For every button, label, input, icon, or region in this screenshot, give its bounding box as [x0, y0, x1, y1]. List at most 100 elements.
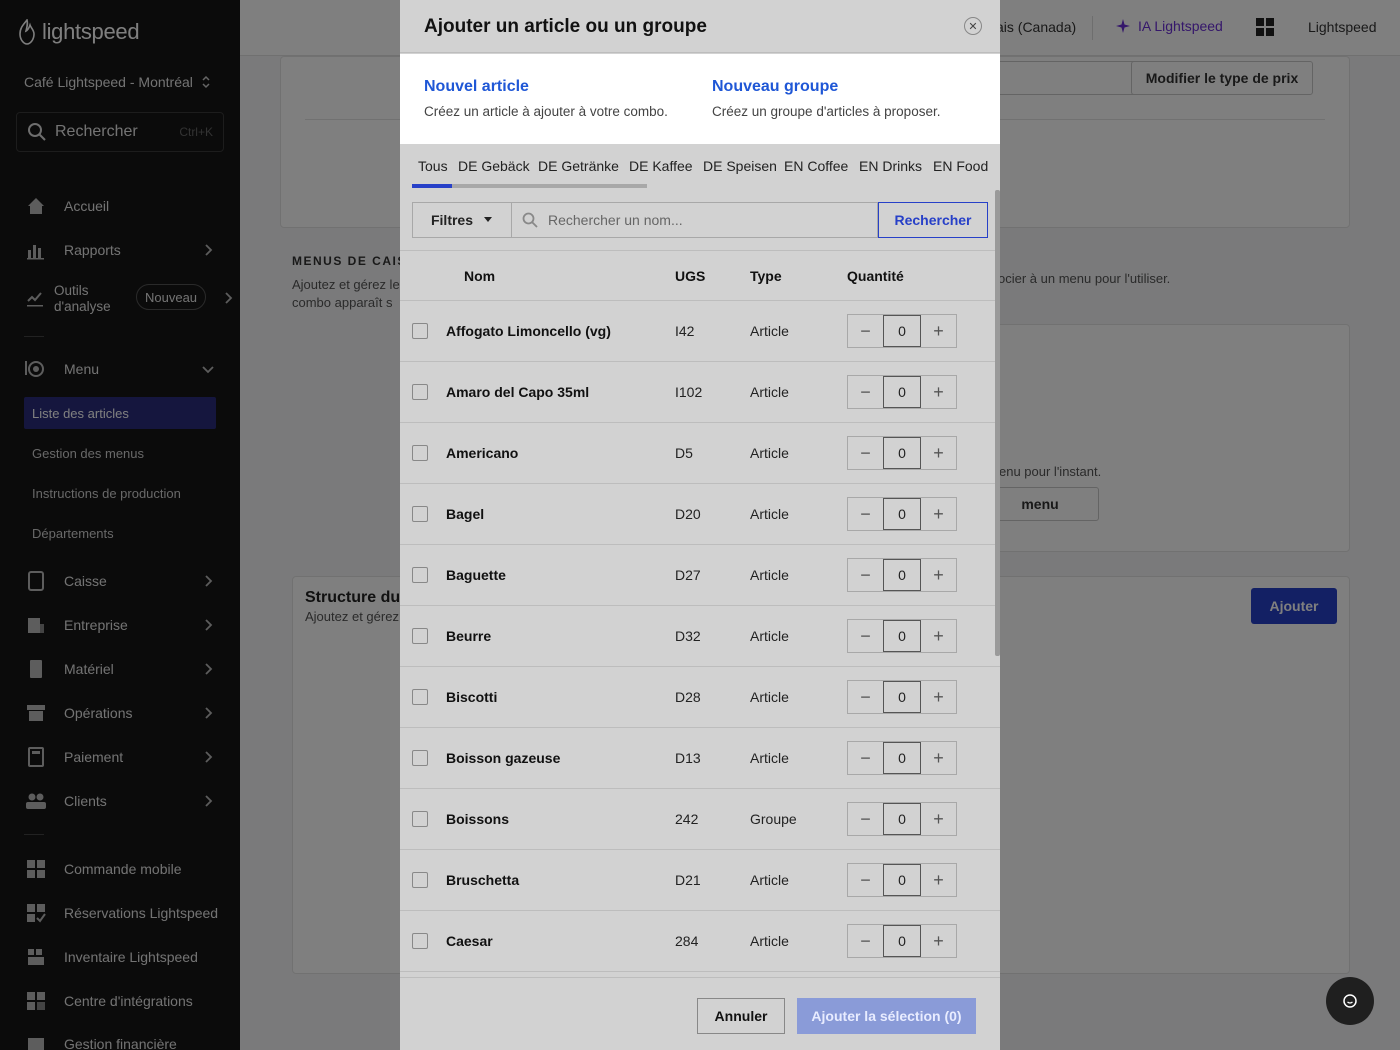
col-quantite[interactable]: Quantité — [847, 268, 904, 284]
increment-button[interactable]: + — [921, 803, 956, 835]
tab-de-kaffee[interactable]: DE Kaffee — [629, 158, 693, 174]
increment-button[interactable]: + — [921, 376, 956, 408]
modal-scrollbar[interactable] — [995, 190, 1000, 656]
item-type: Article — [750, 872, 789, 888]
table-row[interactable]: Americano D5 Article −0 + — [400, 423, 1000, 484]
increment-button[interactable]: + — [921, 864, 956, 896]
quantity-input[interactable]: 0 — [883, 437, 921, 469]
decrement-button[interactable]: − — [848, 864, 883, 896]
row-checkbox[interactable] — [412, 384, 428, 400]
row-checkbox[interactable] — [412, 689, 428, 705]
table-header: Nom UGS Type Quantité — [400, 250, 1000, 301]
table-row[interactable]: Affogato Limoncello (vg) I42 Article −0 + — [400, 301, 1000, 362]
minus-icon: − — [860, 625, 871, 646]
increment-button[interactable]: + — [921, 925, 956, 957]
item-type: Article — [750, 628, 789, 644]
add-selection-button[interactable]: Ajouter la sélection (0) — [797, 998, 976, 1034]
decrement-button[interactable]: − — [848, 803, 883, 835]
quantity-input[interactable]: 0 — [883, 803, 921, 835]
tab-en-food[interactable]: EN Food — [933, 158, 988, 174]
increment-button[interactable]: + — [921, 742, 956, 774]
plus-icon: + — [933, 381, 944, 402]
decrement-button[interactable]: − — [848, 376, 883, 408]
modal-title: Ajouter un article ou un groupe — [424, 16, 707, 37]
item-name: Boisson gazeuse — [446, 750, 561, 766]
decrement-button[interactable]: − — [848, 437, 883, 469]
new-group-link[interactable]: Nouveau groupe — [712, 78, 838, 96]
quantity-input[interactable]: 0 — [883, 376, 921, 408]
table-row[interactable]: Boisson gazeuse D13 Article −0 + — [400, 728, 1000, 789]
chat-support-button[interactable] — [1326, 977, 1374, 1025]
decrement-button[interactable]: − — [848, 315, 883, 347]
quantity-stepper: −0 + — [847, 558, 957, 592]
tab-en-coffee[interactable]: EN Coffee — [784, 158, 848, 174]
quantity-input[interactable]: 0 — [883, 742, 921, 774]
table-row[interactable]: Amaro del Capo 35ml I102 Article −0 + — [400, 362, 1000, 423]
tab-tous[interactable]: Tous — [418, 158, 448, 174]
plus-icon: + — [933, 930, 944, 951]
quantity-input[interactable]: 0 — [883, 620, 921, 652]
increment-button[interactable]: + — [921, 437, 956, 469]
table-row[interactable]: Baguette D27 Article −0 + — [400, 545, 1000, 606]
decrement-button[interactable]: − — [848, 742, 883, 774]
table-row[interactable]: Bagel D20 Article −0 + — [400, 484, 1000, 545]
minus-icon: − — [860, 930, 871, 951]
item-name: Amaro del Capo 35ml — [446, 384, 590, 400]
quantity-input[interactable]: 0 — [883, 864, 921, 896]
decrement-button[interactable]: − — [848, 925, 883, 957]
tab-en-drinks[interactable]: EN Drinks — [859, 158, 922, 174]
tab-de-geback[interactable]: DE Gebäck — [458, 158, 530, 174]
col-ugs[interactable]: UGS — [675, 268, 705, 284]
search-button[interactable]: Rechercher — [878, 202, 988, 238]
tab-de-getranke[interactable]: DE Getränke — [538, 158, 619, 174]
row-checkbox[interactable] — [412, 567, 428, 583]
row-checkbox[interactable] — [412, 323, 428, 339]
row-checkbox[interactable] — [412, 506, 428, 522]
item-name: Caesar — [446, 933, 493, 949]
table-row[interactable]: Bruschetta D21 Article −0 + — [400, 850, 1000, 911]
close-icon[interactable]: ✕ — [964, 17, 982, 35]
row-checkbox[interactable] — [412, 445, 428, 461]
decrement-button[interactable]: − — [848, 498, 883, 530]
decrement-button[interactable]: − — [848, 620, 883, 652]
plus-icon: + — [933, 686, 944, 707]
table-row[interactable]: Beurre D32 Article −0 + — [400, 606, 1000, 667]
plus-icon: + — [933, 747, 944, 768]
plus-icon: + — [933, 320, 944, 341]
increment-button[interactable]: + — [921, 620, 956, 652]
row-checkbox[interactable] — [412, 750, 428, 766]
item-type: Article — [750, 567, 789, 583]
table-row[interactable]: Caesar 284 Article −0 + — [400, 911, 1000, 972]
table-row[interactable]: Biscotti D28 Article −0 + — [400, 667, 1000, 728]
item-sku: 284 — [675, 933, 699, 949]
row-checkbox[interactable] — [412, 628, 428, 644]
chat-icon — [1343, 994, 1357, 1008]
table-row[interactable]: Boissons 242 Groupe −0 + — [400, 789, 1000, 850]
minus-icon: − — [860, 320, 871, 341]
item-type: Article — [750, 445, 789, 461]
filters-dropdown[interactable]: Filtres — [412, 202, 512, 238]
cancel-button[interactable]: Annuler — [697, 998, 785, 1034]
search-icon — [522, 212, 538, 228]
quantity-input[interactable]: 0 — [883, 681, 921, 713]
row-checkbox[interactable] — [412, 933, 428, 949]
name-search-input[interactable]: Rechercher un nom... — [512, 202, 878, 238]
new-group-desc: Créez un groupe d'articles à proposer. — [712, 104, 941, 119]
minus-icon: − — [860, 808, 871, 829]
quantity-input[interactable]: 0 — [883, 315, 921, 347]
decrement-button[interactable]: − — [848, 559, 883, 591]
tab-de-speisen[interactable]: DE Speisen — [703, 158, 777, 174]
increment-button[interactable]: + — [921, 315, 956, 347]
col-type[interactable]: Type — [750, 268, 782, 284]
quantity-input[interactable]: 0 — [883, 925, 921, 957]
row-checkbox[interactable] — [412, 872, 428, 888]
quantity-input[interactable]: 0 — [883, 559, 921, 591]
new-article-link[interactable]: Nouvel article — [424, 78, 529, 96]
increment-button[interactable]: + — [921, 498, 956, 530]
row-checkbox[interactable] — [412, 811, 428, 827]
increment-button[interactable]: + — [921, 681, 956, 713]
quantity-input[interactable]: 0 — [883, 498, 921, 530]
decrement-button[interactable]: − — [848, 681, 883, 713]
col-nom[interactable]: Nom — [464, 268, 495, 284]
increment-button[interactable]: + — [921, 559, 956, 591]
